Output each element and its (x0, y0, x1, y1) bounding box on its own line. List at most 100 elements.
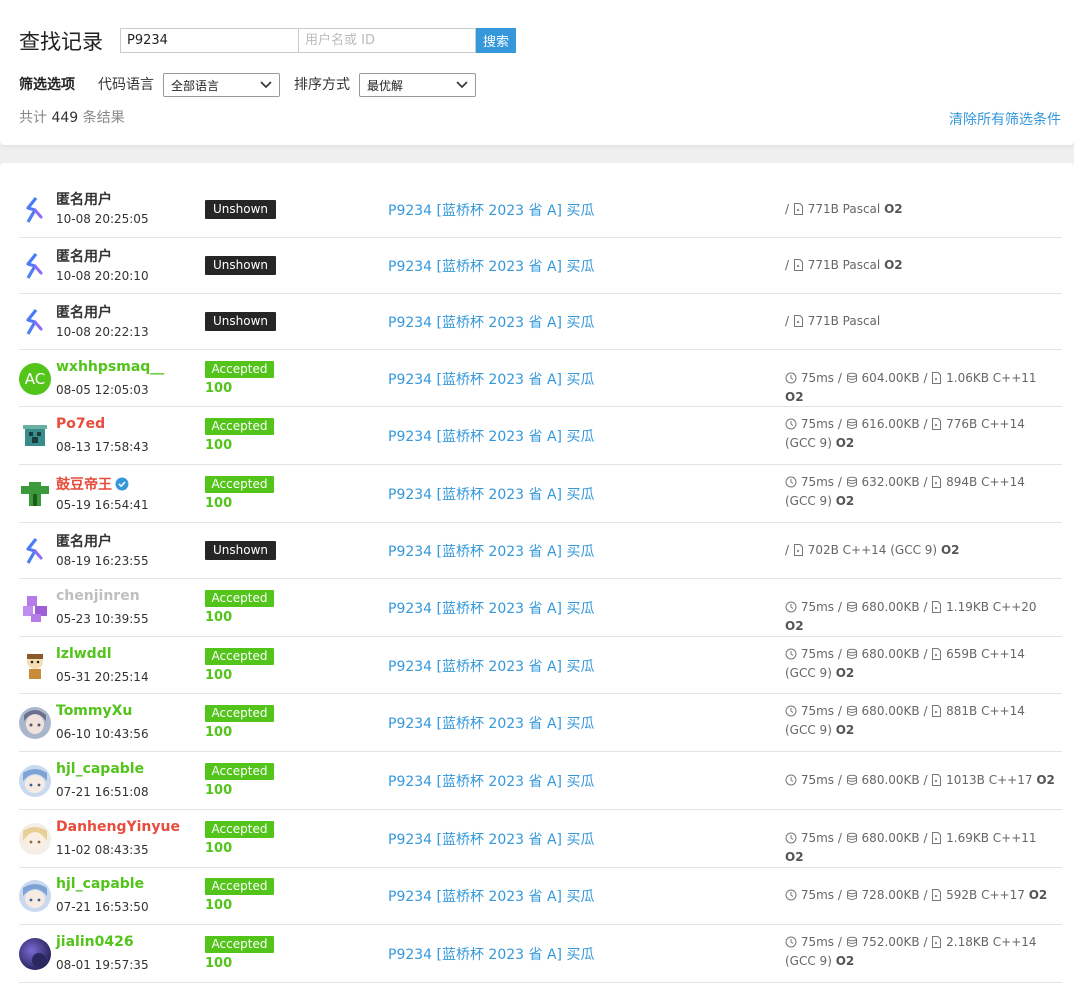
problem-link[interactable]: P9234 [蓝桥杯 2023 省 A] 买瓜 (388, 829, 594, 849)
avatar[interactable] (19, 707, 51, 739)
status-badge[interactable]: Unshown (205, 256, 276, 275)
submit-time: 11-02 08:43:35 (56, 843, 149, 857)
o2-flag: O2 (884, 258, 903, 272)
avatar[interactable] (19, 478, 51, 510)
search-button[interactable]: 搜索 (476, 28, 516, 53)
luogu-logo-icon[interactable] (19, 306, 51, 338)
problem-link[interactable]: P9234 [蓝桥杯 2023 省 A] 买瓜 (388, 886, 594, 906)
luogu-logo-icon[interactable] (19, 535, 51, 567)
avatar[interactable] (19, 592, 51, 624)
status-badge[interactable]: Accepted (205, 936, 274, 953)
status-badge[interactable]: Accepted (205, 418, 274, 435)
submit-time: 08-13 17:58:43 (56, 440, 149, 454)
memory-icon (846, 417, 858, 431)
result-count: 共计 449 条结果 (19, 107, 125, 127)
record-meta: 75ms / 680.00KB / 659B C++14 (GCC 9) O2 (785, 647, 1025, 680)
submit-time: 08-05 12:05:03 (56, 383, 149, 397)
username-link[interactable]: 匿名用户 (56, 246, 112, 266)
problem-link[interactable]: P9234 [蓝桥杯 2023 省 A] 买瓜 (388, 944, 594, 964)
problem-link[interactable]: P9234 [蓝桥杯 2023 省 A] 买瓜 (388, 256, 594, 276)
username-link[interactable]: 匿名用户 (56, 531, 112, 551)
memory-used: 680.00KB (861, 831, 920, 845)
avatar[interactable] (19, 823, 51, 855)
clear-filters-link[interactable]: 清除所有筛选条件 (949, 109, 1061, 129)
username-link[interactable]: hjl_capable (56, 761, 144, 777)
record-meta: / 771B Pascal (785, 314, 881, 328)
status-badge[interactable]: Accepted (205, 705, 274, 722)
problem-link[interactable]: P9234 [蓝桥杯 2023 省 A] 买瓜 (388, 598, 594, 618)
avatar[interactable] (19, 649, 51, 682)
code-language: C++14 (GCC 9) (842, 543, 938, 557)
time-used: 75ms (800, 370, 835, 385)
status-badge[interactable]: Unshown (205, 312, 276, 331)
problem-link[interactable]: P9234 [蓝桥杯 2023 省 A] 买瓜 (388, 713, 594, 733)
file-icon (931, 831, 942, 845)
luogu-logo-icon[interactable] (19, 250, 51, 282)
record-meta: 75ms / 604.00KB / 1.06KB C++11 O2 (785, 370, 1037, 404)
problem-link[interactable]: P9234 [蓝桥杯 2023 省 A] 买瓜 (388, 312, 594, 332)
problem-link[interactable]: P9234 [蓝桥杯 2023 省 A] 买瓜 (388, 541, 594, 561)
status-badge[interactable]: Unshown (205, 541, 276, 560)
username-link[interactable]: 匿名用户 (56, 302, 112, 322)
username-link[interactable]: jialin0426 (56, 934, 134, 950)
username-link[interactable]: 鼓豆帝王 (56, 474, 129, 495)
status-badge[interactable]: Accepted (205, 361, 274, 378)
problem-link[interactable]: P9234 [蓝桥杯 2023 省 A] 买瓜 (388, 200, 594, 220)
luogu-logo-icon[interactable] (19, 193, 51, 226)
record-row: DanhengYinyue 11-02 08:43:35 Accepted 100 P9… (19, 810, 1062, 868)
language-select[interactable]: 全部语言 (163, 73, 280, 97)
username-link[interactable]: 匿名用户 (56, 189, 112, 209)
username-link[interactable]: TommyXu (56, 703, 132, 719)
status-badge[interactable]: Accepted (205, 763, 274, 780)
memory-used: 680.00KB (861, 600, 920, 614)
username-text: DanhengYinyue (56, 819, 180, 835)
username-link[interactable]: chenjinren (56, 588, 140, 604)
status-badge[interactable]: Accepted (205, 878, 274, 895)
username-link[interactable]: lzlwddl (56, 646, 112, 662)
avatar[interactable] (19, 420, 51, 452)
avatar[interactable] (19, 765, 51, 797)
problem-link[interactable]: P9234 [蓝桥杯 2023 省 A] 买瓜 (388, 656, 594, 676)
record-meta: 75ms / 632.00KB / 894B C++14 (GCC 9) O2 (785, 475, 1025, 508)
status-badge[interactable]: Accepted (205, 821, 274, 838)
memory-used: 632.00KB (861, 475, 920, 489)
username-text: wxhhpsmaq__ (56, 359, 165, 375)
username-text: 匿名用户 (56, 305, 112, 321)
avatar[interactable]: AC (19, 362, 51, 395)
username-link[interactable]: Po7ed (56, 416, 105, 432)
problem-link[interactable]: P9234 [蓝桥杯 2023 省 A] 买瓜 (388, 369, 594, 389)
sort-select[interactable]: 最优解 (359, 73, 476, 97)
clock-icon (785, 475, 797, 489)
problem-id-input[interactable] (120, 28, 299, 53)
record-row: hjl_capable 07-21 16:51:08 Accepted 100 P923… (19, 752, 1062, 810)
username-link[interactable]: hjl_capable (56, 876, 144, 892)
status-badge[interactable]: Accepted (205, 590, 274, 607)
code-size: 702B (807, 543, 839, 557)
page-title: 查找记录 (19, 30, 103, 54)
search-panel: 查找记录 搜索 筛选选项 代码语言 全部语言 排序方式 最优解 共计 449 条… (0, 0, 1074, 145)
sort-label: 排序方式 (294, 77, 350, 93)
code-language: C++17 (981, 888, 1025, 902)
status-badge[interactable]: Accepted (205, 648, 274, 665)
user-search-input[interactable] (298, 28, 476, 53)
code-language: C++17 (988, 773, 1033, 787)
code-size: 1.69KB (946, 831, 989, 845)
problem-link[interactable]: P9234 [蓝桥杯 2023 省 A] 买瓜 (388, 426, 594, 446)
status-badge[interactable]: Accepted (205, 476, 274, 493)
avatar[interactable] (19, 938, 51, 970)
username-text: 匿名用户 (56, 192, 112, 208)
memory-icon (846, 371, 858, 385)
submit-time: 05-19 16:54:41 (56, 498, 149, 512)
submit-time: 10-08 20:25:05 (56, 212, 149, 226)
username-link[interactable]: DanhengYinyue (56, 819, 180, 835)
record-row: lzlwddl 05-31 20:25:14 Accepted 100 P9234 [蓝… (19, 637, 1062, 694)
score-value: 100 (205, 381, 233, 396)
record-meta: / 702B C++14 (GCC 9) O2 (785, 543, 960, 557)
problem-link[interactable]: P9234 [蓝桥杯 2023 省 A] 买瓜 (388, 484, 594, 504)
avatar[interactable] (19, 880, 51, 912)
username-link[interactable]: wxhhpsmaq__ (56, 359, 164, 375)
memory-used: 680.00KB (861, 704, 920, 718)
status-badge[interactable]: Unshown (205, 199, 276, 219)
score-value: 100 (205, 725, 233, 740)
problem-link[interactable]: P9234 [蓝桥杯 2023 省 A] 买瓜 (388, 771, 594, 791)
